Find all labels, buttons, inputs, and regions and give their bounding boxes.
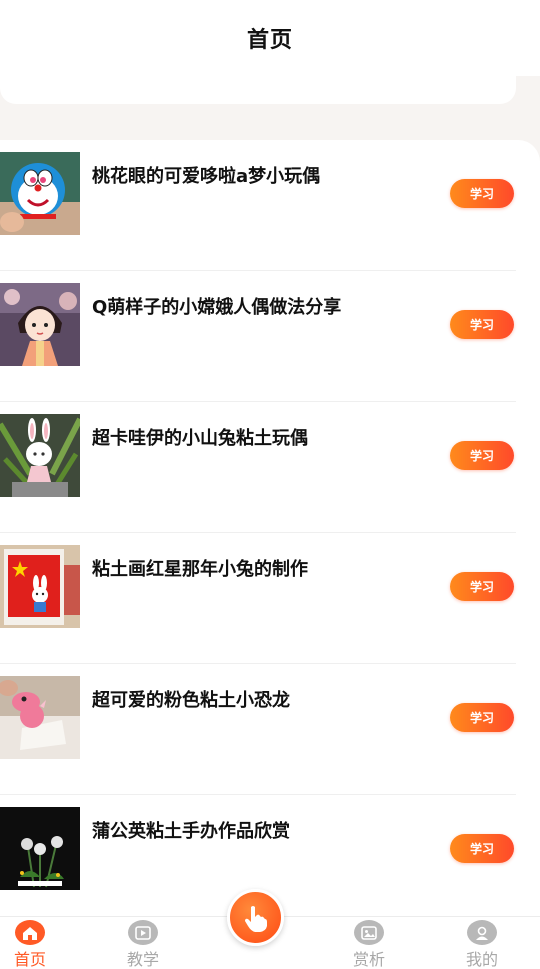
list-item[interactable]: 粘土画红星那年小兔的制作 学习 (0, 533, 516, 664)
item-title: 粘土画红星那年小兔的制作 (92, 559, 308, 580)
tab-label: 首页 (13, 950, 46, 969)
learn-button[interactable]: 学习 (450, 703, 514, 732)
tutorial-list: 桃花眼的可爱哆啦a梦小玩偶 学习 Q萌样子的小嫦娥人偶做法分享 学习 超卡哇伊的… (0, 140, 540, 916)
learn-button[interactable]: 学习 (450, 572, 514, 601)
clay-painting-bunny-thumbnail[interactable] (0, 545, 80, 628)
tab-home[interactable]: 首页 (0, 917, 75, 969)
center-action-button[interactable] (227, 889, 284, 946)
learn-button[interactable]: 学习 (450, 310, 514, 339)
profile-icon (467, 920, 497, 945)
learn-button[interactable]: 学习 (450, 441, 514, 470)
page-title: 首页 (246, 28, 293, 53)
tab-label: 我的 (465, 950, 498, 969)
list-item[interactable]: 超卡哇伊的小山兔粘土玩偶 学习 (0, 402, 516, 533)
list-item[interactable]: Q萌样子的小嫦娥人偶做法分享 学习 (0, 271, 516, 402)
item-title: 超卡哇伊的小山兔粘土玩偶 (92, 428, 308, 449)
tab-teaching[interactable]: 教学 (98, 917, 188, 969)
bunny-figure-thumbnail[interactable] (0, 414, 80, 497)
learn-button[interactable]: 学习 (450, 179, 514, 208)
item-title: 蒲公英粘土手办作品欣赏 (92, 821, 290, 842)
item-title: Q萌样子的小嫦娥人偶做法分享 (92, 297, 342, 318)
home-icon (15, 920, 45, 945)
tab-label: 教学 (126, 950, 159, 969)
item-title: 桃花眼的可爱哆啦a梦小玩偶 (92, 166, 321, 187)
tab-label: 赏析 (352, 950, 385, 969)
list-item[interactable]: 超可爱的粉色粘土小恐龙 学习 (0, 664, 516, 795)
doraemon-figure-thumbnail[interactable] (0, 152, 80, 235)
learn-button[interactable]: 学习 (450, 834, 514, 863)
tab-mine[interactable]: 我的 (437, 917, 527, 969)
dandelion-clay-thumbnail[interactable] (0, 807, 80, 890)
item-title: 超可爱的粉色粘土小恐龙 (92, 690, 290, 711)
top-header: 首页 (0, 0, 540, 76)
hand-tap-icon (244, 905, 267, 932)
top-card (0, 76, 516, 104)
gallery-icon (354, 920, 384, 945)
pink-dinosaur-thumbnail[interactable] (0, 676, 80, 759)
play-icon (128, 920, 158, 945)
list-item[interactable]: 桃花眼的可爱哆啦a梦小玩偶 学习 (0, 140, 516, 271)
change-doll-thumbnail[interactable] (0, 283, 80, 366)
tab-appreciation[interactable]: 赏析 (324, 917, 414, 969)
